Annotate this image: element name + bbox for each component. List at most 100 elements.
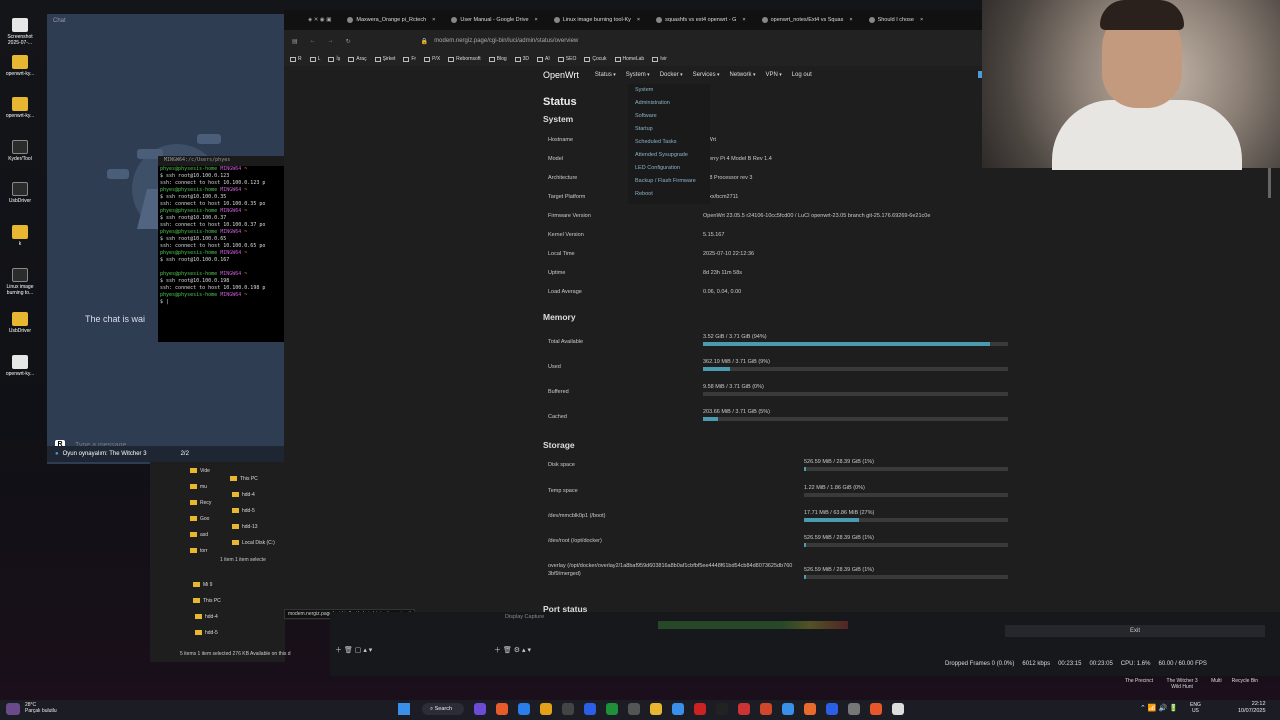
tab-close-icon[interactable]: × bbox=[849, 17, 852, 23]
bookmark-folder[interactable]: P/X bbox=[424, 56, 440, 62]
taskbar-app-icon[interactable] bbox=[760, 703, 772, 715]
menu-item[interactable]: Reboot bbox=[628, 188, 710, 201]
menu-item[interactable]: LED Configuration bbox=[628, 162, 710, 175]
taskbar-app-icon[interactable] bbox=[540, 703, 552, 715]
bookmark-folder[interactable]: AI bbox=[537, 56, 550, 62]
tree-item[interactable]: Mi 9 bbox=[193, 582, 212, 588]
exit-button[interactable]: Exit bbox=[1005, 625, 1265, 637]
bookmark-folder[interactable]: R bbox=[290, 56, 302, 62]
obs-scene-controls[interactable]: ＋ 🗑 ▢ ▴ ▾ bbox=[335, 645, 372, 655]
weather-icon[interactable] bbox=[6, 703, 20, 715]
bookmark-folder[interactable]: 3D bbox=[514, 56, 529, 62]
taskbar-app-icon[interactable] bbox=[628, 703, 640, 715]
browser-tab[interactable]: openwrt_notes/Ext4 vs Squas × bbox=[754, 17, 861, 23]
scrollbar[interactable] bbox=[1268, 168, 1271, 198]
menu-item[interactable]: Software bbox=[628, 110, 710, 123]
browser-tab[interactable]: squashfs vs ext4 openwrt - G × bbox=[648, 17, 753, 23]
taskbar-clock[interactable]: 22:12 10/07/2025 bbox=[1238, 701, 1266, 715]
tree-item[interactable]: This PC bbox=[193, 598, 221, 604]
tree-item[interactable]: hdd-5 bbox=[232, 508, 255, 514]
browser-tab[interactable]: User Manual - Google Drive × bbox=[443, 17, 545, 23]
desktop-icon[interactable]: openwrt-ky... bbox=[2, 97, 38, 119]
desktop-icon[interactable]: UsbDriver bbox=[2, 312, 38, 334]
taskbar-app-icon[interactable] bbox=[804, 703, 816, 715]
tab-close-icon[interactable]: × bbox=[920, 17, 923, 23]
desktop-shortcut-label[interactable]: Multi bbox=[1211, 678, 1222, 690]
desktop-icon[interactable]: openwrt-ky... bbox=[2, 355, 38, 377]
taskbar-app-icon[interactable] bbox=[518, 703, 530, 715]
tree-item[interactable]: hdd-13 bbox=[232, 524, 258, 530]
menu-item[interactable]: Administration bbox=[628, 97, 710, 110]
pinned-tabs[interactable]: ◈ ✕ ◉ ▣ bbox=[284, 17, 339, 23]
nav-docker[interactable]: Docker bbox=[660, 72, 683, 78]
bookmark-folder[interactable]: Çocuk bbox=[584, 56, 607, 62]
desktop-icon[interactable]: UsbDriver bbox=[2, 182, 38, 204]
taskbar-app-icon[interactable] bbox=[672, 703, 684, 715]
quick-access-item[interactable]: Goo bbox=[190, 516, 209, 522]
taskbar-app-icon[interactable] bbox=[606, 703, 618, 715]
quick-access-item[interactable]: mu bbox=[190, 484, 207, 490]
desktop-shortcut-label[interactable]: Recycle Bin bbox=[1232, 678, 1258, 690]
bookmark-folder[interactable]: HomeLab bbox=[614, 56, 644, 62]
taskbar-app-icon[interactable] bbox=[716, 703, 728, 715]
tray-icons[interactable]: ⌃ 📶 🔊 🔋 bbox=[1140, 704, 1178, 712]
tree-item[interactable]: hdd-4 bbox=[232, 492, 255, 498]
menu-item[interactable]: Backup / Flash Firmware bbox=[628, 175, 710, 188]
bookmark-folder[interactable]: İş bbox=[328, 56, 340, 62]
reload-icon[interactable]: ↻ bbox=[346, 38, 351, 45]
tree-item[interactable]: hdd-4 bbox=[195, 614, 218, 620]
browser-tab[interactable]: Maxwera_Orange pi_Rctech × bbox=[339, 17, 443, 23]
taskbar-app-icon[interactable] bbox=[826, 703, 838, 715]
start-icon[interactable] bbox=[398, 703, 410, 715]
nav-system[interactable]: System bbox=[626, 72, 650, 78]
tab-close-icon[interactable]: × bbox=[742, 17, 745, 23]
desktop-icon[interactable]: k bbox=[2, 225, 38, 247]
taskbar-app-icon[interactable] bbox=[496, 703, 508, 715]
tab-close-icon[interactable]: × bbox=[432, 17, 435, 23]
bookmark-folder[interactable]: L bbox=[309, 56, 320, 62]
taskbar-app-icon[interactable] bbox=[562, 703, 574, 715]
terminal-window[interactable]: MINGW64:/c/Users/phyes phyes@physesis-ho… bbox=[158, 156, 286, 342]
language-indicator[interactable]: ENG US bbox=[1190, 702, 1201, 714]
taskbar-search[interactable]: ⌕ Search bbox=[422, 703, 464, 715]
taskbar-app-icon[interactable] bbox=[870, 703, 882, 715]
openwrt-brand[interactable]: OpenWrt bbox=[543, 70, 579, 80]
nav-vpn[interactable]: VPN bbox=[765, 72, 781, 78]
bookmark-folder[interactable]: Blog bbox=[488, 56, 507, 62]
back-icon[interactable]: ← bbox=[310, 38, 316, 44]
forward-icon[interactable]: → bbox=[328, 38, 334, 44]
desktop-icon[interactable]: Screenshot 2025-07-... bbox=[2, 18, 38, 46]
quick-access-item[interactable]: asd bbox=[190, 532, 208, 538]
bookmark-folder[interactable]: SEO bbox=[557, 56, 576, 62]
menu-item[interactable]: System bbox=[628, 84, 710, 97]
bookmark-folder[interactable]: Şirket bbox=[374, 56, 395, 62]
tree-item[interactable]: Local Disk (C:) bbox=[232, 540, 275, 546]
desktop-icon[interactable]: Linux image burning to... bbox=[2, 268, 38, 296]
desktop-shortcut-label[interactable]: The Precinct bbox=[1125, 678, 1153, 690]
taskbar-app-icon[interactable] bbox=[584, 703, 596, 715]
taskbar-app-icon[interactable] bbox=[892, 703, 904, 715]
weather-widget[interactable]: 28°C Parçalı bulutlu bbox=[25, 702, 57, 714]
tab-close-icon[interactable]: × bbox=[535, 17, 538, 23]
browser-tab[interactable]: Should I chose × bbox=[861, 17, 932, 23]
menu-item[interactable]: Startup bbox=[628, 123, 710, 136]
url-text[interactable]: modem.nergiz.page/cgi-bin/luci/admin/sta… bbox=[434, 38, 578, 44]
address-bar[interactable]: ▤ ← → ↻ 🔒 modem.nergiz.page/cgi-bin/luci… bbox=[284, 30, 984, 52]
desktop-icon[interactable]: Kyder/Tool bbox=[2, 140, 38, 162]
nav-logout[interactable]: Log out bbox=[792, 72, 812, 78]
quick-access-item[interactable]: torr bbox=[190, 548, 208, 554]
tree-item[interactable]: This PC bbox=[230, 476, 258, 482]
menu-item[interactable]: Scheduled Tasks bbox=[628, 136, 710, 149]
taskbar-app-icon[interactable] bbox=[848, 703, 860, 715]
tree-item[interactable]: hdd-5 bbox=[195, 630, 218, 636]
taskbar-app-icon[interactable] bbox=[650, 703, 662, 715]
bookmark-folder[interactable]: Ivir bbox=[652, 56, 667, 62]
bookmark-folder[interactable]: Araç bbox=[348, 56, 367, 62]
browser-tab[interactable]: Linux image burning tool-Ky × bbox=[546, 17, 648, 23]
taskbar-app-icon[interactable] bbox=[694, 703, 706, 715]
nav-status[interactable]: Status bbox=[595, 72, 616, 78]
desktop-shortcut-label[interactable]: The Witcher 3 Wild Hunt bbox=[1163, 678, 1201, 690]
taskbar-app-icon[interactable] bbox=[474, 703, 486, 715]
quick-access-item[interactable]: Recy bbox=[190, 500, 211, 506]
nav-services[interactable]: Services bbox=[693, 72, 720, 78]
